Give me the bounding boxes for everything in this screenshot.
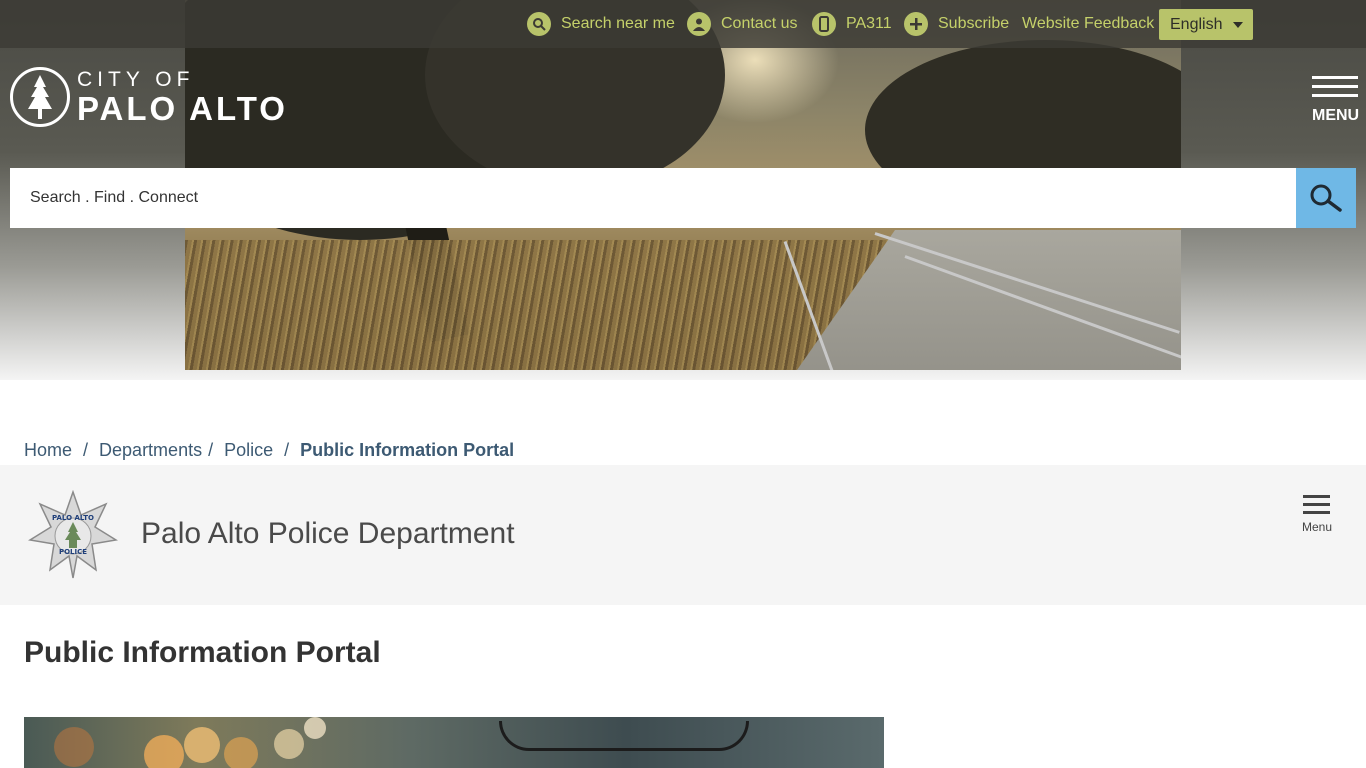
language-label: English bbox=[1170, 15, 1223, 33]
hamburger-icon bbox=[1303, 495, 1330, 498]
department-menu-label: Menu bbox=[1302, 520, 1333, 534]
logo-line-city-of: CITY OF bbox=[77, 68, 195, 91]
breadcrumb-home[interactable]: Home bbox=[24, 440, 72, 461]
caret-down-icon bbox=[1233, 22, 1243, 28]
person-icon bbox=[687, 12, 711, 36]
pa311-label: PA311 bbox=[846, 15, 892, 32]
breadcrumb-current: Public Information Portal bbox=[300, 440, 515, 460]
search-near-me-link[interactable]: Search near me bbox=[527, 11, 675, 37]
hamburger-icon bbox=[1312, 76, 1358, 79]
contact-us-link[interactable]: Contact us bbox=[687, 11, 797, 37]
search-near-me-label: Search near me bbox=[561, 15, 675, 32]
breadcrumb-separator: / bbox=[83, 440, 89, 460]
phone-icon bbox=[812, 12, 836, 36]
plus-icon bbox=[904, 12, 928, 36]
pa311-link[interactable]: PA311 bbox=[812, 11, 892, 37]
feature-image bbox=[24, 717, 884, 768]
breadcrumb-departments[interactable]: Departments bbox=[99, 440, 202, 461]
site-search bbox=[10, 168, 1356, 228]
department-header: PALO ALTO POLICE Palo Alto Police Depart… bbox=[0, 465, 1366, 605]
breadcrumb-police[interactable]: Police bbox=[224, 440, 273, 461]
search-icon bbox=[1310, 184, 1342, 212]
subscribe-label: Subscribe bbox=[938, 15, 1010, 32]
badge-top-text: PALO ALTO bbox=[52, 514, 94, 522]
rearview-mirror bbox=[499, 721, 749, 751]
language-select[interactable]: English bbox=[1159, 9, 1253, 40]
contact-us-label: Contact us bbox=[721, 15, 798, 32]
search-button[interactable] bbox=[1296, 168, 1356, 228]
city-logo[interactable]: CITY OF PALO ALTO bbox=[10, 67, 288, 127]
website-feedback-link[interactable]: Website Feedback bbox=[1022, 11, 1154, 37]
department-title: Palo Alto Police Department bbox=[141, 517, 515, 550]
breadcrumb: Home / Departments / Police / Public Inf… bbox=[24, 440, 514, 461]
tree-seal-icon bbox=[10, 67, 70, 127]
breadcrumb-separator: / bbox=[208, 440, 214, 460]
main-menu-label: MENU bbox=[1312, 107, 1360, 124]
badge-bottom-text: POLICE bbox=[59, 548, 87, 556]
police-badge-icon[interactable]: PALO ALTO POLICE bbox=[27, 489, 119, 580]
logo-line-palo-alto: PALO ALTO bbox=[77, 90, 288, 127]
breadcrumb-separator: / bbox=[284, 440, 290, 460]
search-input[interactable] bbox=[10, 168, 1296, 228]
utility-bar: Search near me Contact us PA311 Subscrib… bbox=[0, 0, 1366, 48]
main-menu-button[interactable]: MENU bbox=[1310, 76, 1360, 124]
subscribe-link[interactable]: Subscribe bbox=[904, 11, 1009, 37]
magnifier-icon bbox=[527, 12, 551, 36]
website-feedback-label: Website Feedback bbox=[1022, 15, 1155, 32]
page-title: Public Information Portal bbox=[24, 636, 381, 669]
department-menu-button[interactable]: Menu bbox=[1300, 495, 1334, 535]
